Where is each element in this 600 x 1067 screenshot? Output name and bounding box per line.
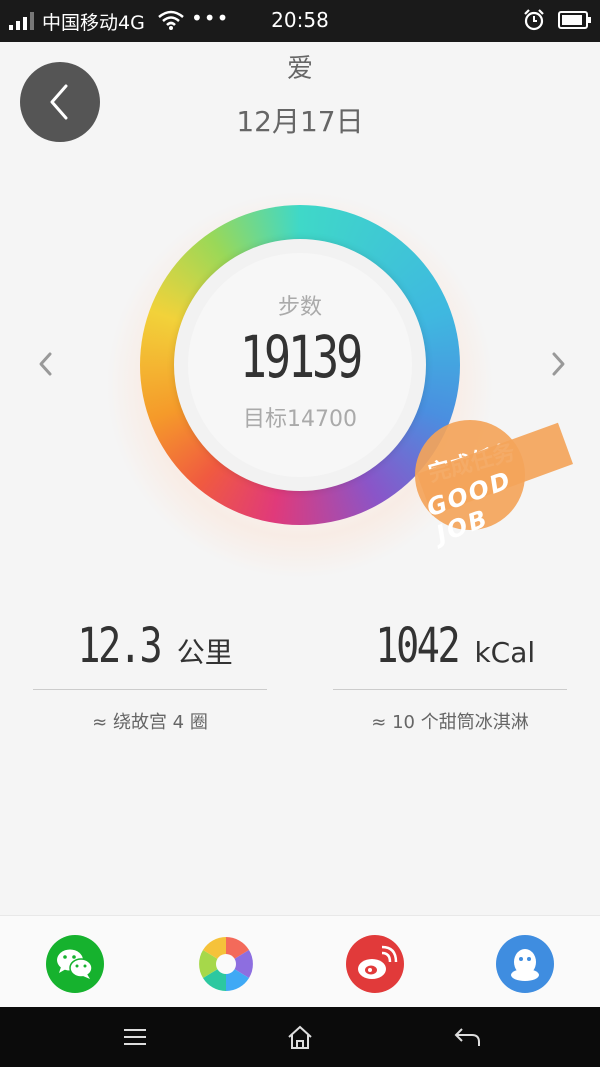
back-nav-icon[interactable]: [452, 1023, 482, 1051]
qq-icon: [511, 949, 539, 981]
share-bar: [0, 915, 600, 1008]
steps-label: 步数: [277, 295, 322, 320]
home-icon[interactable]: [285, 1023, 315, 1051]
page-title: 爱: [286, 54, 313, 84]
qq-share-button[interactable]: [496, 935, 554, 993]
battery-icon: [558, 11, 591, 29]
moments-share-button[interactable]: [197, 935, 255, 993]
distance-note: ≈ 绕故宫 4 圈: [92, 712, 208, 733]
calories-stat: 1042 kCal: [333, 618, 567, 674]
calories-unit: kCal: [474, 636, 536, 669]
wechat-share-button[interactable]: [46, 935, 104, 993]
wechat-icon: [57, 949, 93, 979]
steps-value: 19139: [239, 323, 364, 391]
weibo-share-button[interactable]: [346, 935, 404, 993]
divider: [333, 689, 567, 690]
distance-stat: 12.3 公里: [33, 618, 267, 674]
distance-unit: 公里: [176, 636, 233, 669]
camera-icon: [199, 937, 253, 991]
clock: 20:58: [271, 8, 329, 32]
weibo-icon: [358, 945, 398, 979]
divider: [33, 689, 267, 690]
next-day-arrow-icon[interactable]: [545, 350, 571, 378]
previous-day-arrow-icon[interactable]: [33, 350, 59, 378]
menu-icon[interactable]: [120, 1023, 150, 1051]
calories-value: 1042: [375, 618, 460, 674]
date-label: 12月17日: [236, 105, 364, 138]
system-nav-bar: [0, 1007, 600, 1067]
alarm-icon: [524, 9, 544, 31]
status-bar: 中国移动4G ••• 20:58: [0, 0, 600, 42]
good-job-stamp: 完成任务 GOOD JOB: [405, 418, 575, 578]
calories-note: ≈ 10 个甜筒冰淇淋: [371, 712, 529, 733]
distance-value: 12.3: [77, 618, 163, 674]
